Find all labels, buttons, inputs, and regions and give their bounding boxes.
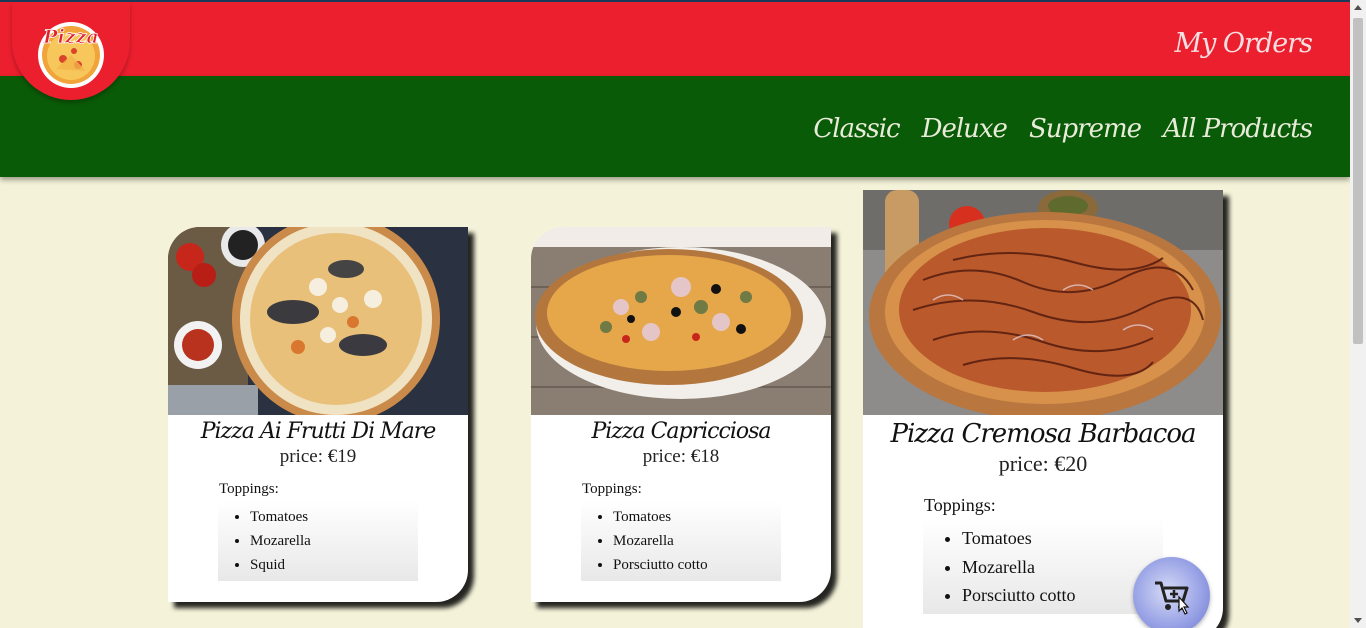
product-price: price: €20 — [998, 451, 1088, 476]
toppings-label: Toppings: — [219, 481, 279, 497]
pizza-image — [863, 190, 1223, 415]
topping-item: Squid — [250, 553, 418, 577]
toppings-list: Tomatoes Mozarella Porsciutto cotto — [923, 519, 1163, 614]
topping-item: Porsciutto cotto — [613, 553, 781, 577]
nav-supreme[interactable]: Supreme — [1029, 114, 1142, 144]
vertical-scrollbar[interactable] — [1350, 0, 1366, 628]
pizza-logo[interactable]: Pizza — [36, 9, 106, 92]
toppings-label: Toppings: — [582, 481, 642, 497]
topping-item: Mozarella — [250, 529, 418, 553]
add-to-cart-icon — [1155, 581, 1190, 615]
top-bar — [0, 0, 1350, 76]
scrollbar-thumb[interactable] — [1353, 18, 1363, 344]
my-orders-link[interactable]: My Orders — [1174, 28, 1313, 59]
product-name: Pizza Ai Frutti Di Mare — [200, 419, 437, 444]
nav-all-products[interactable]: All Products — [1163, 114, 1313, 144]
topping-item: Mozarella — [962, 553, 1163, 582]
product-price: price: €19 — [279, 446, 357, 467]
topping-item: Tomatoes — [962, 524, 1163, 553]
topping-item: Tomatoes — [250, 505, 418, 529]
scroll-up-arrow-icon[interactable] — [1354, 5, 1362, 10]
product-price: price: €18 — [642, 446, 720, 467]
topping-item: Tomatoes — [613, 505, 781, 529]
product-name: Pizza Cremosa Barbacoa — [890, 419, 1197, 449]
add-to-cart-button[interactable] — [1133, 557, 1210, 628]
product-card-capricciosa[interactable]: Pizza Capricciosa price: €18 Toppings: T… — [531, 227, 831, 602]
toppings-label: Toppings: — [924, 495, 996, 515]
logo-text: Pizza — [42, 26, 98, 48]
scroll-down-arrow-icon[interactable] — [1354, 618, 1362, 623]
topping-item: Mozarella — [613, 529, 781, 553]
nav-deluxe[interactable]: Deluxe — [922, 114, 1008, 144]
nav-classic[interactable]: Classic — [813, 114, 900, 144]
product-name: Pizza Capricciosa — [591, 419, 771, 444]
pizza-image — [531, 227, 831, 415]
pizza-image — [168, 227, 468, 415]
toppings-list: Tomatoes Mozarella Squid — [218, 501, 418, 581]
category-nav: Classic Deluxe Supreme All Products — [813, 114, 1313, 144]
toppings-list: Tomatoes Mozarella Porsciutto cotto — [581, 501, 781, 581]
product-card-frutti-di-mare[interactable]: Pizza Ai Frutti Di Mare price: €19 Toppi… — [168, 227, 468, 602]
